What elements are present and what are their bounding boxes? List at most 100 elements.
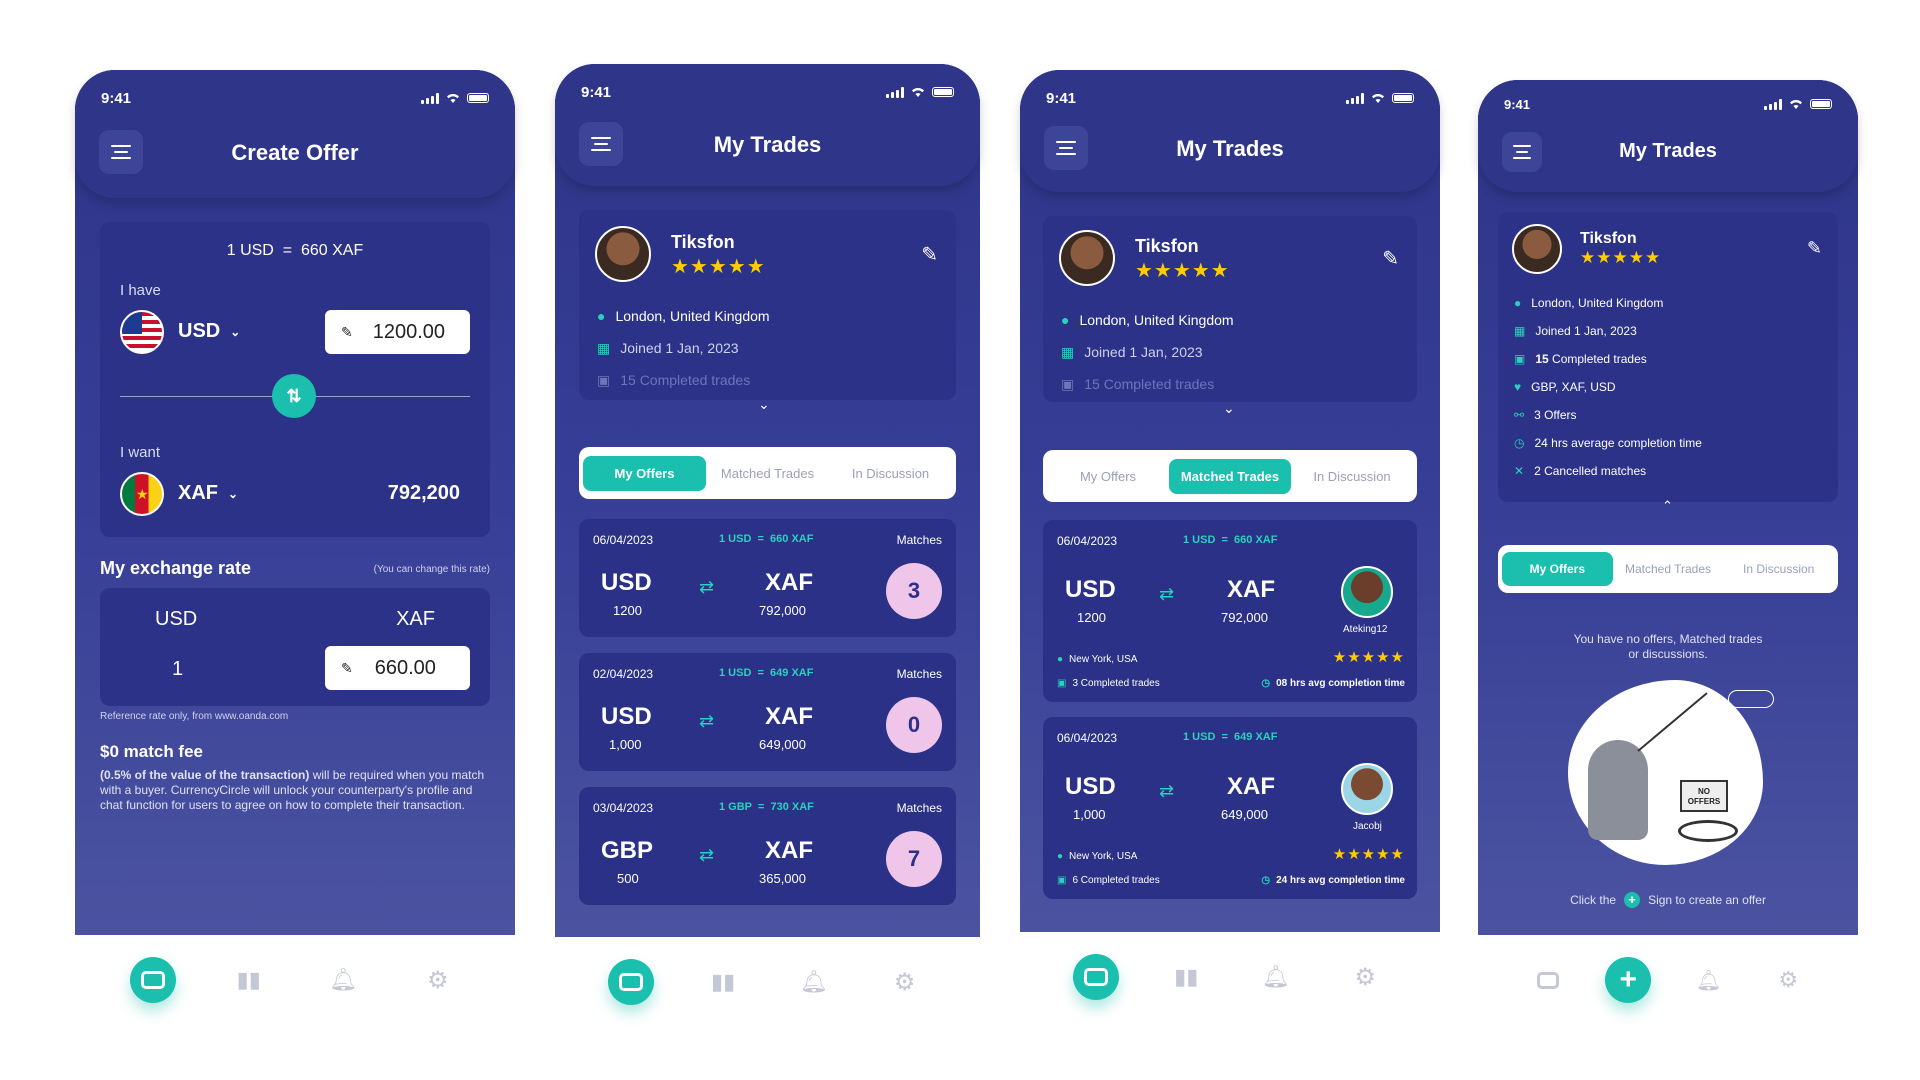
to-currency: XAF [765,837,813,864]
tab-in-discussion[interactable]: In Discussion [1723,552,1834,586]
wallet-nav-button[interactable] [608,959,655,1005]
edit-icon[interactable]: ✎ [921,242,938,267]
trade-tabs: My Offers Matched Trades In Discussion [579,447,956,499]
rate-to-input[interactable]: ✎ 660.00 [325,646,470,690]
clock-icon: ◷ [1514,436,1525,450]
matched-trade-card[interactable]: 06/04/2023 1 USD = 660 XAF USD 1200 ⇄ XA… [1043,520,1417,702]
chevron-down-icon: ⌄ [230,324,241,339]
swap-icon: ⇅ [286,385,302,406]
matches-label: Matches [896,801,942,815]
battery-icon [1392,93,1414,103]
completed-trades: 15 Completed trades [1084,376,1215,392]
edit-icon[interactable]: ✎ [1382,246,1399,271]
tab-matched-trades[interactable]: Matched Trades [1169,458,1291,494]
tab-my-offers[interactable]: My Offers [1502,552,1613,586]
tab-matched-trades[interactable]: Matched Trades [706,456,829,491]
pencil-icon: ✎ [341,323,353,340]
completed-row: ▣ 15 Completed trades [1061,376,1214,393]
tab-my-offers[interactable]: My Offers [1047,459,1169,494]
cancelled: 2 Cancelled matches [1534,464,1647,478]
status-icons [1346,92,1414,104]
rating-stars: ★★★★★ [1580,248,1662,267]
add-offer-button[interactable]: + [1605,957,1652,1003]
tab-my-offers[interactable]: My Offers [583,455,706,491]
counterparty-location-text: New York, USA [1069,654,1138,665]
from-currency: USD [1065,773,1116,800]
wallet-icon [141,971,166,989]
profile-name: Tiksfon [1135,236,1199,256]
rate-line: 1 USD = 660 XAF [226,242,364,259]
offer-card[interactable]: 02/04/2023 1 USD = 649 XAF Matches USD 1… [579,653,956,771]
stats-nav-button[interactable]: ▮▮ [1164,955,1208,999]
notifications-nav-button[interactable]: 🔔︎ [1687,958,1731,1002]
offer-rate: 1 USD = 649 XAF [719,667,814,679]
exchange-arrows-icon: ⇄ [699,711,715,731]
tab-in-discussion[interactable]: In Discussion [1291,459,1413,494]
plus-icon: + [1619,963,1638,996]
my-offers-screen: 9:41 My Trades Tiksfon ★★★★★ ✎ ● London, … [555,64,980,1027]
offer-card[interactable]: 03/04/2023 1 GBP = 730 XAF Matches GBP 5… [579,787,956,905]
tab-in-discussion[interactable]: In Discussion [829,456,952,491]
have-amount-input[interactable]: ✎ 1200.00 [325,310,470,354]
tab-matched-trades[interactable]: Matched Trades [1613,552,1724,586]
edit-icon[interactable]: ✎ [1807,238,1822,259]
fee-title: $0 match fee [100,742,203,761]
counterparty-location-text: New York, USA [1069,851,1138,862]
matches-count-badge: 3 [886,563,942,619]
stats-nav-button[interactable]: ▮▮ [701,960,745,1004]
wallet-icon [1083,968,1108,986]
wallet-nav-button[interactable] [1526,958,1570,1002]
offer-card[interactable]: 06/04/2023 1 USD = 660 XAF Matches USD 1… [579,519,956,637]
settings-nav-button[interactable]: ⚙ [1343,955,1387,999]
signal-icon [1346,92,1364,104]
wallet-nav-button[interactable] [130,957,177,1003]
expand-chevron-icon[interactable]: ⌄ [758,396,770,413]
page-title: My Trades [1176,136,1284,161]
gear-icon: ⚙ [1354,963,1376,991]
empty-trades-screen: 9:41 My Trades Tiksfon ★★★★★ ✎ ● London, … [1478,80,1858,1025]
from-currency: USD [601,703,652,730]
currencies: GBP, XAF, USD [1531,380,1616,394]
matched-trade-card[interactable]: 06/04/2023 1 USD = 649 XAF USD 1,000 ⇄ X… [1043,717,1417,899]
wifi-icon [445,92,461,104]
expand-chevron-icon[interactable]: ⌄ [1223,400,1235,417]
notifications-nav-button[interactable]: 🔔︎ [321,958,365,1002]
lock-icon: ▣ [597,372,611,388]
bottom-nav: ▮▮ 🔔︎ ⚙ [1020,932,1440,1022]
bell-icon: 🔔︎ [329,967,358,992]
counterparty-avg-text: 24 hrs avg completion time [1276,875,1405,886]
pencil-icon: ✎ [341,659,353,676]
have-currency: USD [178,320,221,342]
swap-button[interactable]: ⇅ [272,374,316,418]
no-offers-sign: NO OFFERS [1680,780,1728,812]
offer-date: 06/04/2023 [593,533,654,547]
have-currency-select[interactable]: USD ⌄ [178,320,240,343]
wallet-nav-button[interactable] [1072,954,1119,1000]
counterparty-name: Jacobj [1353,821,1382,832]
location: London, United Kingdom [1531,296,1664,310]
gear-icon: ⚙ [1778,967,1799,992]
header: 9:41 My Trades [555,64,980,186]
status-bar: 9:41 [1504,94,1832,114]
trade-rate: 1 USD = 660 XAF [1183,534,1278,546]
to-currency: XAF [1227,576,1275,603]
to-currency: XAF [765,569,813,596]
notifications-nav-button[interactable]: 🔔︎ [1254,955,1298,999]
bottom-nav: ▮▮ 🔔︎ ⚙ [555,937,980,1027]
stats-nav-button[interactable]: ▮▮ [227,958,271,1002]
counterparty-location: ● New York, USA [1057,851,1137,862]
bottom-nav: ▮▮ 🔔︎ ⚙ [75,935,515,1025]
settings-nav-button[interactable]: ⚙ [1766,958,1810,1002]
collapse-chevron-icon[interactable]: ⌃ [1662,498,1673,514]
location: London, United Kingdom [615,308,770,324]
notifications-nav-button[interactable]: 🔔︎ [792,960,836,1004]
trade-rate: 1 USD = 649 XAF [1183,731,1278,743]
settings-nav-button[interactable]: ⚙ [883,960,927,1004]
offers: 3 Offers [1534,408,1577,422]
settings-nav-button[interactable]: ⚙ [416,958,460,1002]
clock-icon: ◷ [1261,875,1271,886]
want-currency-select[interactable]: XAF ⌄ [178,482,238,505]
bell-icon: 🔔︎ [1261,964,1290,989]
location-pin-icon: ● [1057,851,1064,862]
signal-icon [886,86,904,98]
